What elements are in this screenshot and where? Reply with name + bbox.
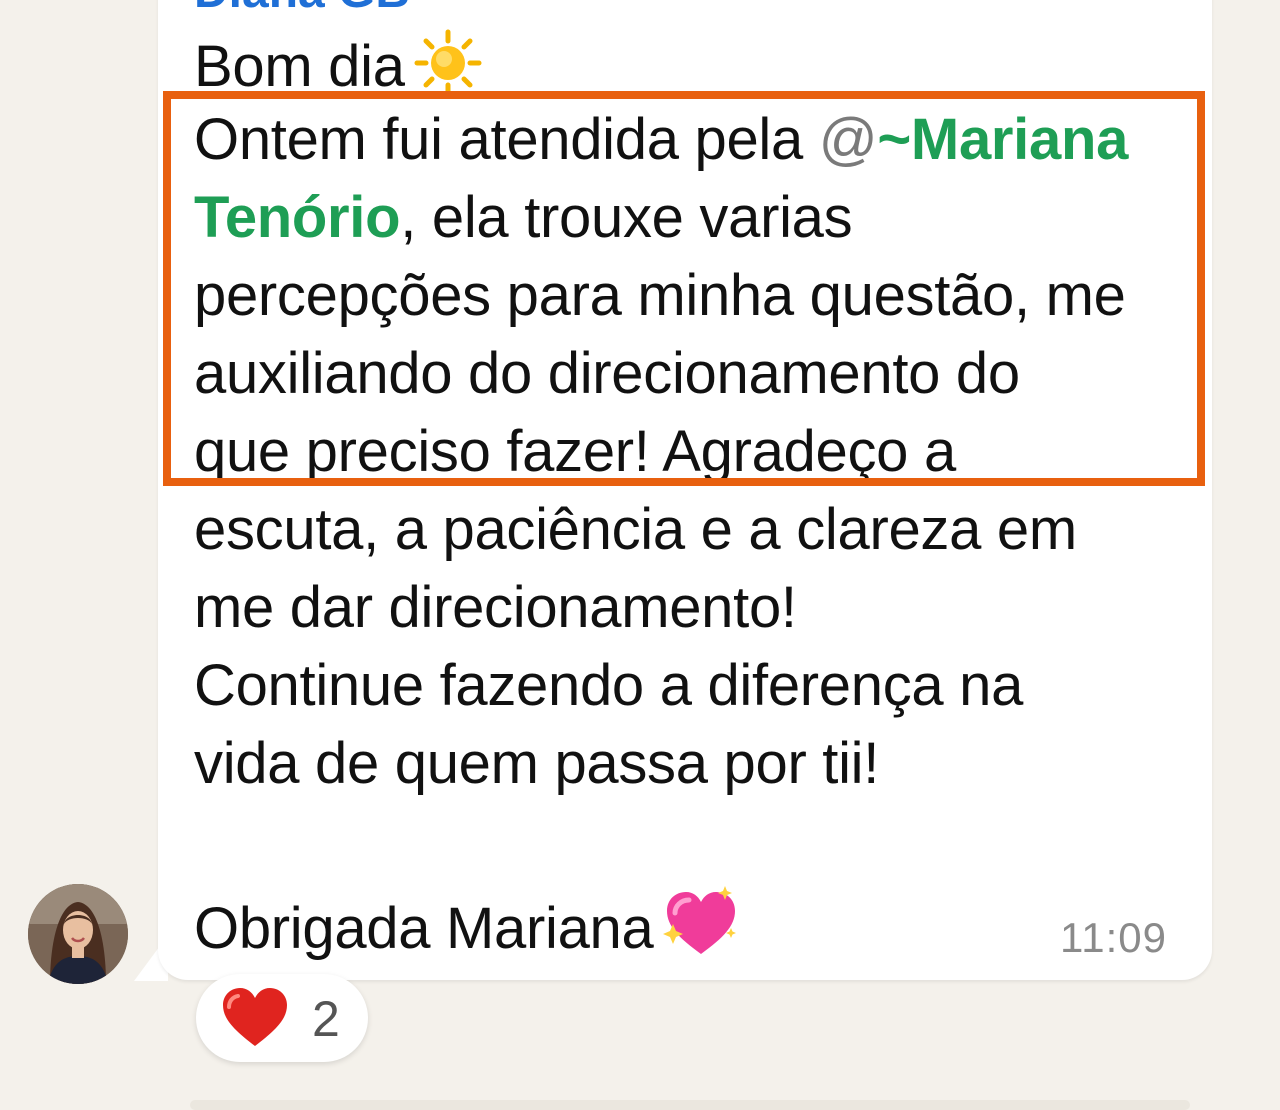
greeting-text: Bom dia bbox=[194, 34, 405, 99]
message-line-1: Ontem fui atendida pela @~Mariana bbox=[194, 105, 1128, 175]
message-closing-line: Obrigada Mariana bbox=[194, 884, 739, 961]
chat-area: Diana GB Bom dia Ontem fui atendida pe bbox=[0, 0, 1280, 1110]
mention-name-first: ~Mariana bbox=[877, 107, 1129, 172]
message-line-4: auxiliando do direcionamento do bbox=[194, 341, 1020, 406]
sun-icon bbox=[413, 28, 483, 98]
message-timestamp: 11:09 bbox=[1060, 914, 1167, 961]
red-heart-icon bbox=[223, 988, 287, 1046]
line2-text: , ela trouxe varias bbox=[400, 185, 853, 250]
message-line-2: Tenório, ela trouxe varias bbox=[194, 183, 853, 253]
mention-name-last[interactable]: Tenório bbox=[194, 185, 401, 250]
sender-name[interactable]: Diana GB bbox=[194, 0, 410, 19]
message-line-8: Continue fazendo a diferença na bbox=[194, 653, 1024, 718]
closing-text: Obrigada Mariana bbox=[194, 896, 654, 961]
message-line-5: que preciso fazer! Agradeço a bbox=[194, 419, 956, 484]
message-greeting-line: Bom dia bbox=[194, 28, 483, 99]
sparkling-heart-icon bbox=[659, 884, 739, 960]
message-line-6: escuta, a paciência e a clareza em bbox=[194, 497, 1077, 562]
reaction-count: 2 bbox=[312, 991, 340, 1047]
sender-avatar[interactable] bbox=[28, 884, 128, 984]
message-line-3: percepções para minha questão, me bbox=[194, 263, 1126, 328]
line1-text: Ontem fui atendida pela bbox=[194, 107, 819, 172]
message-line-7: me dar direcionamento! bbox=[194, 575, 797, 640]
mention-link[interactable]: @~Mariana bbox=[818, 107, 1129, 172]
mention-at-sign: @ bbox=[818, 107, 878, 172]
message-line-9: vida de quem passa por tii! bbox=[194, 731, 880, 796]
next-bubble-edge bbox=[190, 1100, 1190, 1110]
